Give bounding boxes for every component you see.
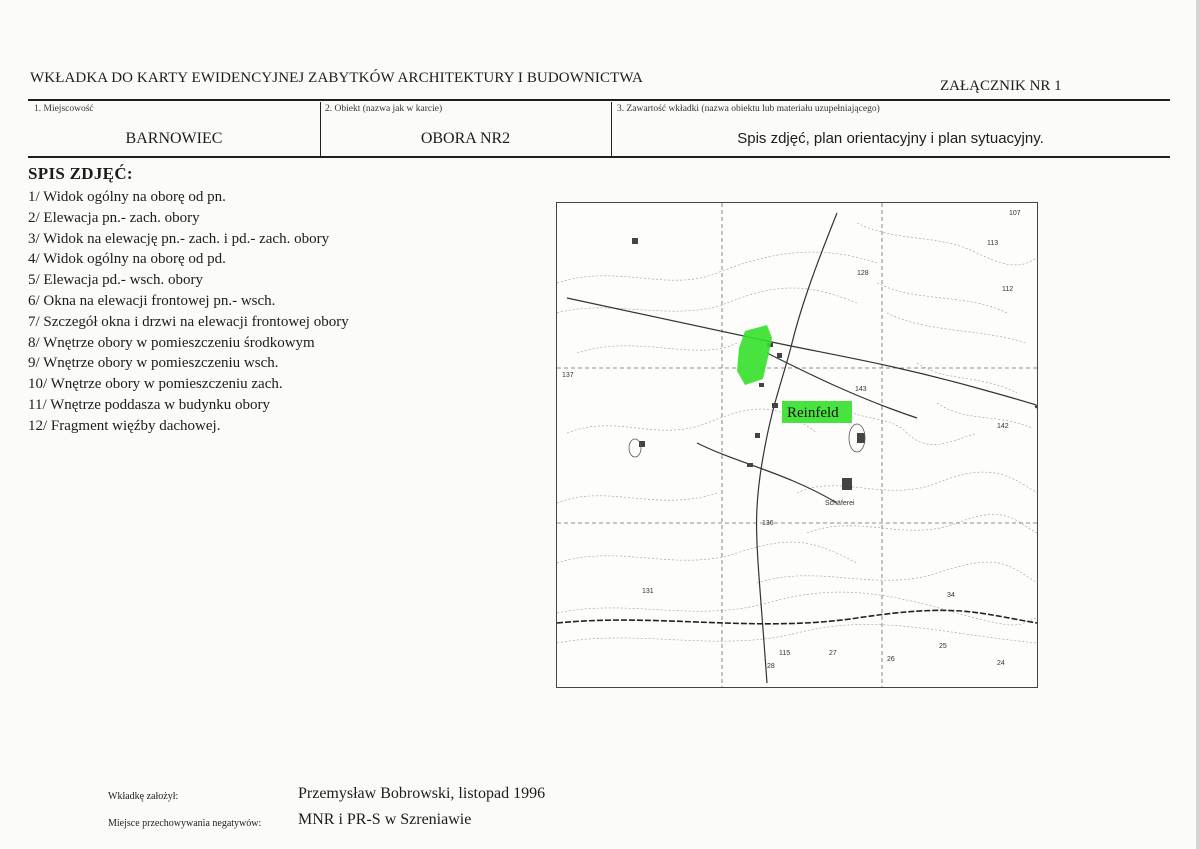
svg-text:143: 143 xyxy=(855,386,867,393)
svg-text:112: 112 xyxy=(1002,286,1013,293)
svg-text:128: 128 xyxy=(857,270,869,277)
svg-text:28: 28 xyxy=(767,663,775,670)
svg-text:131: 131 xyxy=(642,588,654,595)
svg-text:25: 25 xyxy=(939,643,947,650)
cell-divider xyxy=(611,102,612,156)
map-place-label: Reinfeld xyxy=(787,405,839,421)
field-value-object: OBORA NR2 xyxy=(420,130,511,147)
field-label-content: 3. Zawartość wkładki (nazwa obiektu lub … xyxy=(617,104,880,114)
photo-list-item: 3/ Widok na elewację pn.- zach. i pd.- z… xyxy=(28,230,330,247)
storage-value: MNR i PR-S w Szreniawie xyxy=(298,811,472,828)
orientation-map: Reinfeld 107 113 128 112 137 143 142 136… xyxy=(556,202,1038,688)
photo-list-item: 11/ Wnętrze poddasza w budynku obory xyxy=(28,396,271,413)
bottom-rule xyxy=(28,156,1170,158)
photo-list-item: 9/ Wnętrze obory w pomieszczeniu wsch. xyxy=(28,355,279,372)
svg-text:24: 24 xyxy=(997,660,1005,667)
field-value-locality: BARNOWIEC xyxy=(125,130,223,147)
svg-text:137: 137 xyxy=(562,372,574,379)
photo-list-item: 12/ Fragment więźby dachowej. xyxy=(28,417,221,434)
svg-text:34: 34 xyxy=(947,592,955,599)
svg-text:142: 142 xyxy=(997,423,1009,430)
photo-list-item: 4/ Widok ogólny na oborę od pd. xyxy=(28,251,226,268)
svg-text:26: 26 xyxy=(887,656,895,663)
author-value: Przemysław Bobrowski, listopad 1996 xyxy=(298,785,546,802)
document-title: WKŁADKA DO KARTY EWIDENCYJNEJ ZABYTKÓW A… xyxy=(30,70,643,86)
photo-list-item: 10/ Wnętrze obory w pomieszczeniu zach. xyxy=(28,376,283,393)
svg-text:Schäferei: Schäferei xyxy=(825,500,855,507)
topographic-map-image: Reinfeld 107 113 128 112 137 143 142 136… xyxy=(557,203,1037,687)
svg-text:27: 27 xyxy=(829,650,837,657)
svg-text:113: 113 xyxy=(987,240,998,247)
svg-text:115: 115 xyxy=(779,650,790,657)
photo-list-title: SPIS ZDJĘĆ: xyxy=(28,164,133,183)
photo-list-item: 6/ Okna na elewacji frontowej pn.- wsch. xyxy=(28,292,276,309)
svg-text:107: 107 xyxy=(1009,210,1021,217)
photo-list-item: 7/ Szczegół okna i drzwi na elewacji fro… xyxy=(28,313,349,330)
field-label-locality: 1. Miejscowość xyxy=(34,104,94,114)
field-value-content: Spis zdjęć, plan orientacyjny i plan syt… xyxy=(737,130,1044,147)
storage-label: Miejsce przechowywania negatywów: xyxy=(108,818,262,829)
top-rule xyxy=(28,99,1170,101)
annex-label: ZAŁĄCZNIK NR 1 xyxy=(940,78,1062,94)
photo-list-item: 1/ Widok ogólny na oborę od pn. xyxy=(28,189,226,205)
photo-list-item: 5/ Elewacja pd.- wsch. obory xyxy=(28,272,203,289)
photo-list-item: 8/ Wnętrze obory w pomieszczeniu środkow… xyxy=(28,334,315,351)
photo-list: 1/ Widok ogólny na oborę od pn. 2/ Elewa… xyxy=(28,187,349,437)
author-label: Wkładkę założył: xyxy=(108,791,179,802)
svg-text:136: 136 xyxy=(762,520,774,527)
photo-list-item: 2/ Elewacja pn.- zach. obory xyxy=(28,209,200,226)
field-label-object: 2. Obiekt (nazwa jak w karcie) xyxy=(325,104,443,114)
